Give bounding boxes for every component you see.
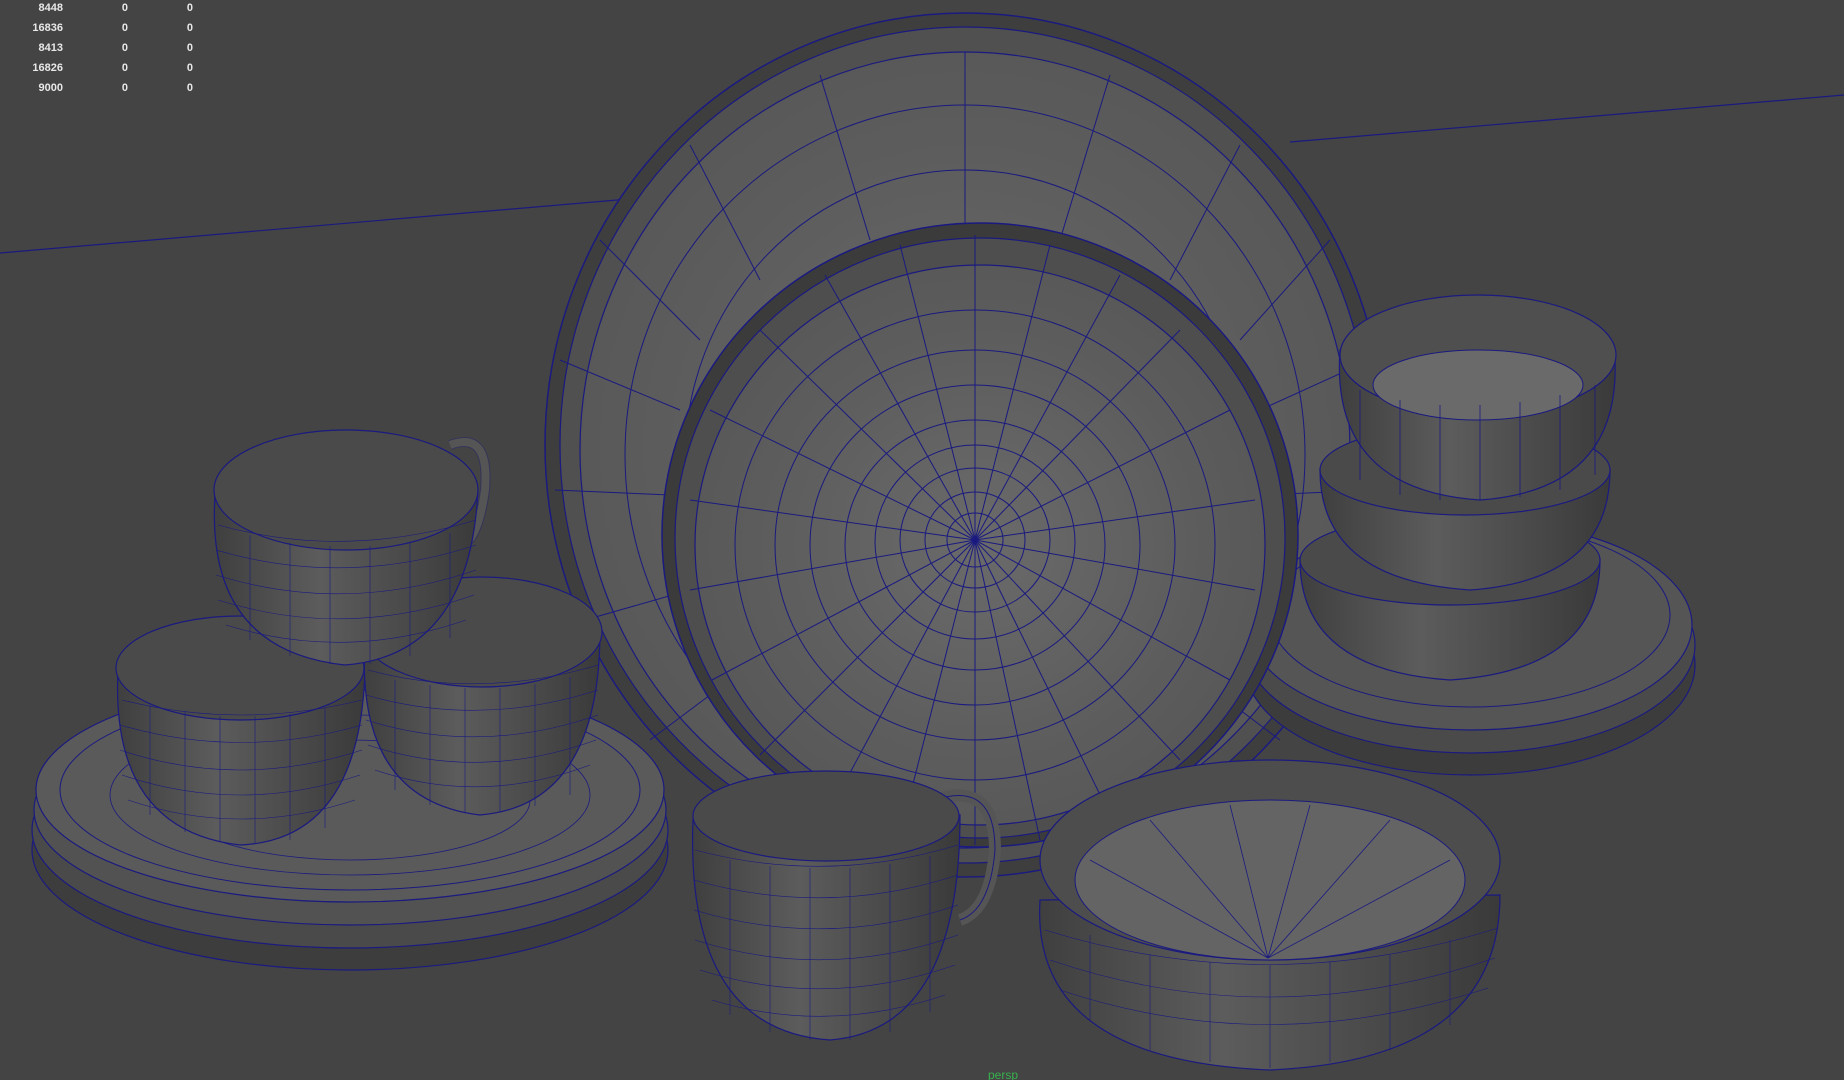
- hud-value: 8413: [38, 42, 63, 54]
- hud-row: 9000 0 0: [0, 80, 210, 100]
- grid-line-right: [1289, 94, 1844, 143]
- hud-selected: 0: [121, 2, 128, 14]
- front-mug[interactable]: [691, 770, 1002, 1041]
- hud-selected: 0: [121, 82, 128, 94]
- camera-name-label: persp: [988, 1068, 1019, 1080]
- hud-row: 8413 0 0: [0, 40, 210, 60]
- hud-row: 8448 0 0: [0, 0, 210, 20]
- hud-row: 16836 0 0: [0, 20, 210, 40]
- hud-row: 16826 0 0: [0, 60, 210, 80]
- hud-triangles: 0: [186, 2, 193, 14]
- hud-selected: 0: [121, 42, 128, 54]
- hud-selected: 0: [121, 62, 128, 74]
- hud-triangles: 0: [186, 42, 193, 54]
- front-bowl[interactable]: [1039, 759, 1501, 1071]
- hud-triangles: 0: [186, 82, 193, 94]
- grid-line-left: [0, 197, 641, 254]
- hud-triangles: 0: [186, 62, 193, 74]
- hud-value: 16826: [32, 62, 63, 74]
- medium-plate[interactable]: [661, 222, 1299, 848]
- 3d-viewport[interactable]: 8448 0 0 16836 0 0 8413 0 0 16826 0 0 90…: [0, 0, 1844, 1080]
- viewport-scene[interactable]: [0, 0, 1844, 1080]
- poly-count-hud: 8448 0 0 16836 0 0 8413 0 0 16826 0 0 90…: [0, 0, 210, 100]
- hud-value: 9000: [38, 82, 63, 94]
- hud-value: 16836: [32, 22, 63, 34]
- right-bowl-stack[interactable]: [1299, 294, 1617, 681]
- hud-value: 8448: [38, 2, 63, 14]
- hud-selected: 0: [121, 22, 128, 34]
- hud-triangles: 0: [186, 22, 193, 34]
